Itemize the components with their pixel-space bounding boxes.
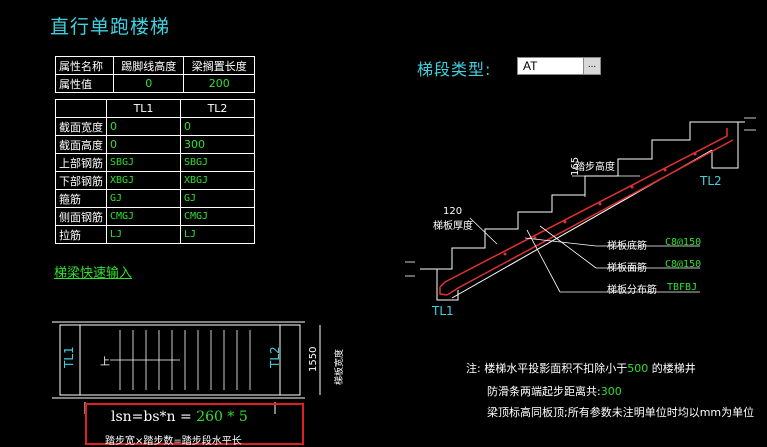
- rebar-dot: [503, 252, 507, 256]
- plan-width-value: 1550: [308, 346, 319, 372]
- step-height-label: 踏步高度: [575, 162, 615, 173]
- rebar-dot: [663, 168, 667, 172]
- formula-box[interactable]: lsn=bs*n = 260 * 5 踏步宽×踏步数=踏步段水平长: [85, 403, 304, 447]
- plan-tl1-label: TL1: [62, 346, 76, 368]
- bottom-rebar-value: C8@150: [665, 237, 702, 248]
- plan-treads: [110, 330, 251, 390]
- leader-thickness: [469, 217, 498, 245]
- top-rebar-value: C8@150: [665, 259, 702, 270]
- rebar-dot: [630, 185, 634, 189]
- formula-equation: lsn=bs*n = 260 * 5: [111, 409, 248, 425]
- notes-value: 500: [627, 362, 649, 375]
- notes-text: 防滑条两端起步距离共:: [487, 385, 601, 398]
- notes-text: 楼梯水平投影面积不扣除小于: [484, 362, 628, 375]
- notes-line-1: 注: 楼梯水平投影面积不扣除小于500 的楼梯井: [466, 360, 696, 376]
- section-tl1-label: TL1: [432, 304, 454, 318]
- section-tl2-label: TL2: [700, 174, 722, 188]
- hook-bottom: [439, 287, 448, 296]
- rebar-dot: [598, 202, 602, 206]
- notes-prefix: 注:: [466, 362, 481, 375]
- plan-width-label: 梯板宽度: [335, 348, 345, 385]
- plan-up-label: 上: [100, 357, 110, 368]
- dim-120-label: 120: [443, 206, 463, 217]
- top-rebar-label: 梯板面筋: [607, 263, 647, 274]
- notes-line-3: 梁顶标高同板顶;所有参数未注明单位时均以mm为单位: [487, 406, 755, 419]
- tl1-section: [420, 268, 459, 301]
- dist-rebar-value: TBFBJ: [667, 282, 698, 293]
- drawing-canvas: [52, 117, 756, 414]
- dist-rebar-label: 梯板分布筋: [607, 285, 657, 296]
- notes-text: 的楼梯井: [651, 362, 696, 375]
- rebar-dot: [693, 152, 697, 156]
- formula-left: lsn=bs*n =: [111, 409, 197, 425]
- formula-description: 踏步宽×踏步数=踏步段水平长: [105, 436, 242, 447]
- stair-plan: [52, 321, 321, 414]
- bottom-rebar-label: 梯板底筋: [607, 241, 647, 252]
- slab-thickness-label: 梯板厚度: [433, 221, 473, 232]
- rebar-dot: [563, 220, 567, 224]
- plan-tl2-label: TL2: [268, 346, 282, 368]
- formula-value[interactable]: 260 * 5: [196, 409, 248, 425]
- notes-line-2: 防滑条两端起步距离共:300: [487, 383, 622, 399]
- notes-value: 300: [600, 385, 622, 398]
- dim-165-label: 165: [570, 156, 581, 176]
- leader-bottom-rebar: [524, 237, 597, 247]
